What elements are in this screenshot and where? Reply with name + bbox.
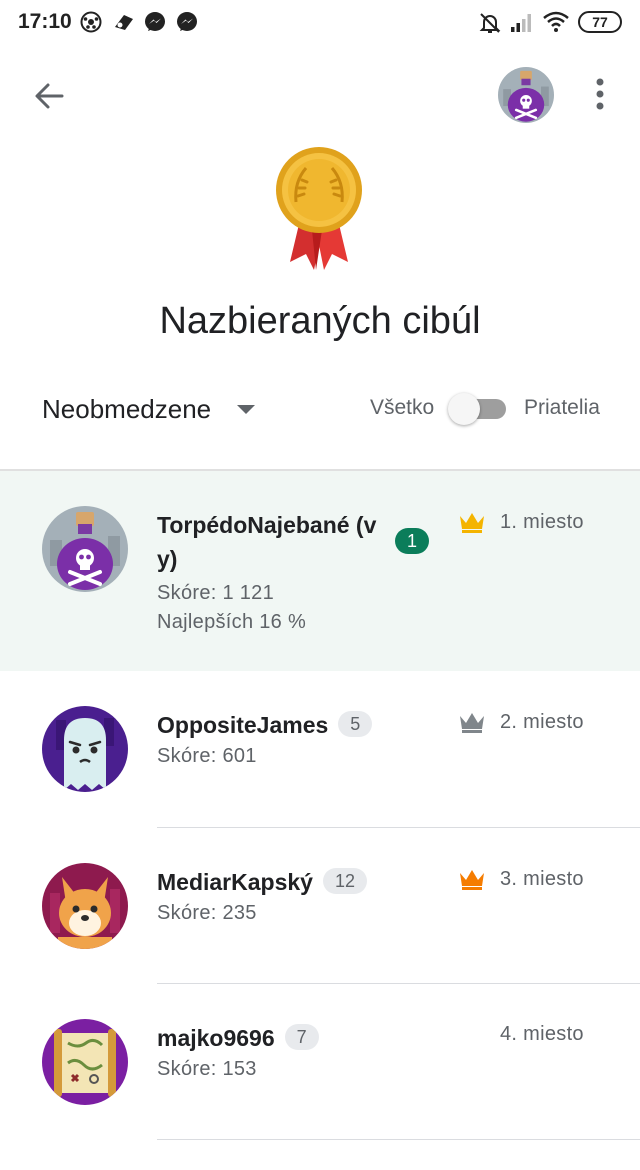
app-icon <box>115 15 133 30</box>
bronze-crown-icon <box>460 870 484 890</box>
mute-icon <box>479 13 501 33</box>
more-vert-icon <box>596 78 604 110</box>
avatar <box>42 706 128 792</box>
time-range-label: Neobmedzene <box>42 393 212 424</box>
player-name-continued: y) <box>157 546 178 572</box>
signal-icon <box>511 14 531 32</box>
page-title: Nazbieraných cibúl <box>159 300 481 342</box>
avatar <box>42 1019 128 1105</box>
friends-toggle[interactable] <box>448 393 508 425</box>
player-name: OppositeJames <box>157 712 329 738</box>
player-name-row: MediarKapský 12 <box>157 865 367 899</box>
gold-medal-icon <box>276 147 362 270</box>
treasure-map-avatar-icon <box>42 1019 128 1105</box>
level-badge: 7 <box>284 1024 319 1050</box>
place-label: 3. miesto <box>458 867 584 891</box>
toggle-knob <box>448 393 480 425</box>
messenger-icon <box>177 12 197 31</box>
score-text: Skóre: 1 121 <box>157 582 275 604</box>
time-range-dropdown[interactable]: Neobmedzene <box>42 388 256 430</box>
divider <box>157 1139 640 1140</box>
level-badge: 12 <box>322 868 367 894</box>
back-button[interactable] <box>28 76 72 116</box>
messenger-icon <box>145 12 165 31</box>
place-text: 2. miesto <box>500 710 584 733</box>
soccer-icon <box>80 11 102 33</box>
silver-crown-icon <box>460 713 484 733</box>
player-name-row: OppositeJames 5 <box>157 708 373 742</box>
level-badge: 1 <box>395 528 430 554</box>
wifi-icon <box>543 11 569 32</box>
place-label: 2. miesto <box>458 710 584 734</box>
status-time: 17:10 <box>18 10 72 33</box>
player-name-row: majko9696 7 <box>157 1021 319 1055</box>
place-text: 1. miesto <box>500 510 584 533</box>
score-text: Skóre: 601 <box>157 745 257 767</box>
player-name: TorpédoNajebané (v <box>157 512 377 538</box>
place-label: 1. miesto <box>458 510 584 534</box>
avatar <box>42 863 128 949</box>
level-badge: 5 <box>338 711 373 737</box>
back-arrow-icon <box>35 83 64 109</box>
shiba-dog-avatar-icon <box>42 863 128 949</box>
poison-bottle-avatar-icon <box>498 67 554 123</box>
gold-crown-icon <box>460 513 484 533</box>
profile-avatar[interactable] <box>498 67 554 123</box>
place-text: 4. miesto <box>500 1023 584 1045</box>
player-name: MediarKapský <box>157 869 313 895</box>
ghost-avatar-icon <box>42 706 128 792</box>
place-label: 4. miesto <box>500 1023 584 1046</box>
dropdown-arrow-icon <box>237 404 256 414</box>
battery-icon: 77 <box>578 11 622 33</box>
player-name: majko9696 <box>157 1025 275 1051</box>
score-text: Skóre: 235 <box>157 902 257 924</box>
toggle-label-all: Všetko <box>370 396 435 419</box>
poison-bottle-avatar-icon <box>42 506 128 592</box>
more-options-button[interactable] <box>588 76 612 112</box>
avatar <box>42 506 128 592</box>
status-bar: 17:10 77 <box>0 0 640 44</box>
score-text: Skóre: 153 <box>157 1058 257 1080</box>
place-text: 3. miesto <box>500 867 584 890</box>
toggle-label-friends: Priatelia <box>524 396 600 419</box>
percentile-text: Najlepších 16 % <box>157 611 307 633</box>
